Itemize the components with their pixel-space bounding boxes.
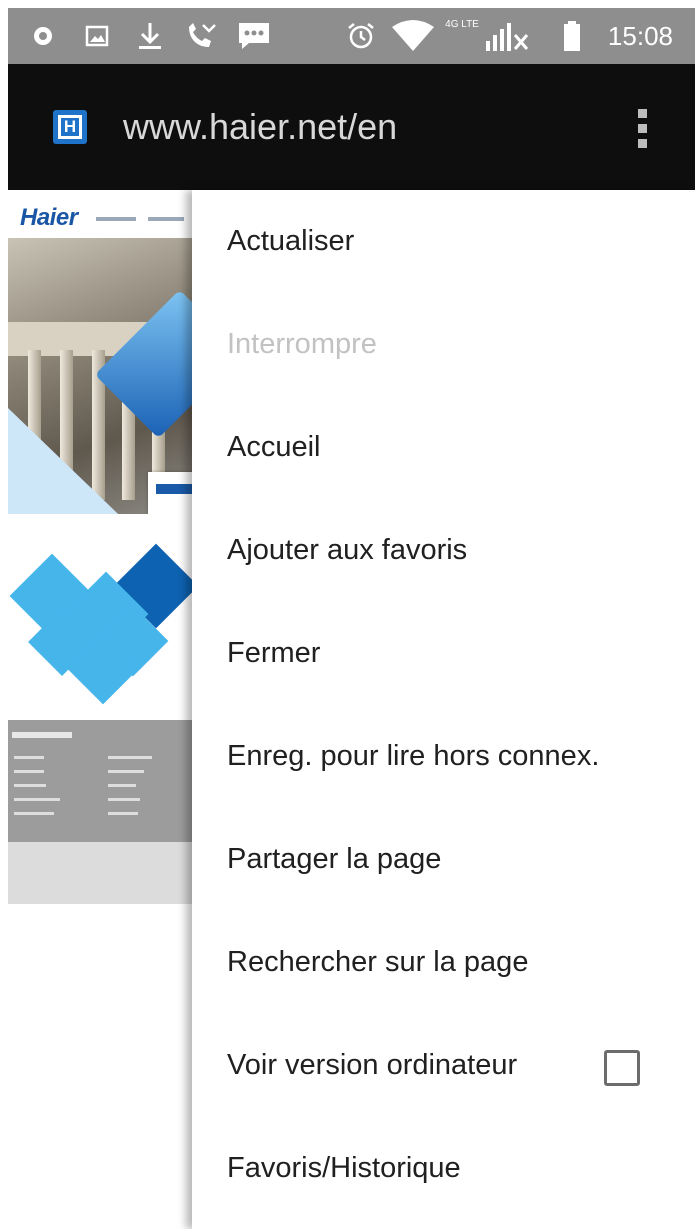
brands-diamond-graphic (8, 514, 192, 720)
menu-item-label: Actualiser (227, 225, 355, 257)
menu-item-label: Rechercher sur la page (227, 946, 529, 978)
browser-overflow-menu: Actualiser Interrompre Accueil Ajouter a… (192, 190, 695, 1229)
menu-item-save-offline[interactable]: Enreg. pour lire hors connex. (192, 705, 695, 808)
menu-item-home[interactable]: Accueil (192, 396, 695, 499)
signal-icon (482, 8, 532, 64)
menu-item-find-in-page[interactable]: Rechercher sur la page (192, 911, 695, 1014)
menu-item-label: Enreg. pour lire hors connex. (227, 740, 600, 772)
image-icon (82, 8, 112, 64)
menu-item-close[interactable]: Fermer (192, 602, 695, 705)
battery-icon (560, 8, 584, 64)
menu-item-label: Ajouter aux favoris (227, 534, 468, 566)
menu-item-label: Favoris/Historique (227, 1152, 461, 1184)
desktop-version-checkbox[interactable] (604, 1050, 640, 1086)
webpage-header: Haier (8, 190, 192, 238)
webpage-footer-strip (8, 842, 192, 904)
menu-item-bookmarks-history[interactable]: Favoris/Historique (192, 1117, 695, 1220)
menu-item-desktop-version[interactable]: Voir version ordinateur (192, 1014, 695, 1117)
menu-item-add-bookmark[interactable]: Ajouter aux favoris (192, 499, 695, 602)
missed-call-icon (183, 8, 219, 64)
menu-item-share-page[interactable]: Partager la page (192, 808, 695, 911)
webpage-preview[interactable]: Haier (8, 190, 192, 1229)
haier-logo: Haier (20, 204, 78, 231)
menu-item-label: Accueil (227, 431, 321, 463)
url-bar[interactable]: www.haier.net/en (123, 104, 397, 150)
webpage-footer (8, 720, 192, 842)
menu-item-label: Fermer (227, 637, 321, 669)
download-icon (134, 8, 166, 64)
menu-item-label: Interrompre (227, 328, 377, 360)
clock-time: 15:08 (607, 21, 673, 51)
menu-item-stop: Interrompre (192, 293, 695, 396)
menu-item-label: Voir version ordinateur (227, 1049, 518, 1081)
alarm-icon (344, 8, 378, 64)
menu-item-refresh[interactable]: Actualiser (192, 190, 695, 293)
notification-dot-icon (30, 8, 56, 64)
menu-item-label: Partager la page (227, 843, 442, 875)
site-favicon-icon: H (53, 110, 87, 144)
status-bar: 4G LTE 15:08 (8, 8, 695, 64)
browser-toolbar: H www.haier.net/en (8, 64, 695, 190)
more-vert-icon[interactable] (626, 98, 658, 158)
wifi-icon (388, 8, 438, 64)
site-icon-letter: H (58, 115, 82, 139)
message-icon (236, 8, 272, 64)
